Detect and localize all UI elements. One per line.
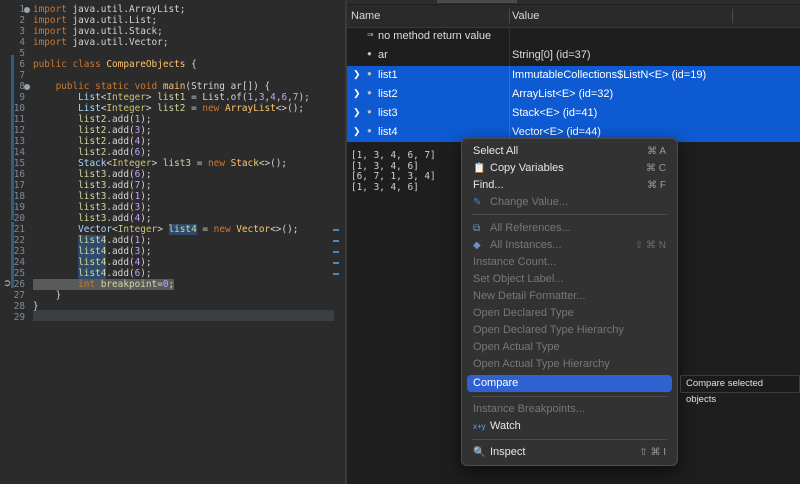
code-line: 18 list3.add(1); [13,191,152,202]
menu-item-open-declared-type: Open Declared Type [473,307,574,319]
code-line: 11 list2.add(1); [13,114,152,125]
menu-item-instance-breakpoints: Instance Breakpoints... [473,403,585,415]
code-line: 25 list4.add(6); [13,268,152,279]
code-line: 10 List<Integer> list2 = new ArrayList<>… [13,103,305,114]
menu-item-watch[interactable]: x+y Watch [467,418,672,435]
menu-item-select-all[interactable]: Select All ⌘ A [467,143,672,160]
instances-icon: ◆ [473,240,481,251]
menu-item-compare[interactable]: Compare [467,375,672,392]
menu-item-new-detail-formatter: New Detail Formatter... [473,290,586,302]
code-line: 7 [19,70,25,81]
field-dot-icon: ● [367,49,372,58]
copy-icon: 📋 [473,163,486,174]
column-header-value[interactable]: Value [512,5,539,27]
menu-item-all-instances: ◆ All Instances... ⇧ ⌘ N [467,237,672,254]
expand-arrow-icon[interactable]: ❯ [353,88,363,99]
code-line: 17 list3.add(7); [13,180,152,191]
variable-row[interactable]: ❯ ● list3 Stack<E> (id=41) [347,104,800,123]
code-line: 5 [19,48,25,59]
detail-pane[interactable]: [1, 3, 4, 6, 7] [1, 3, 4, 6] [6, 7, 1, 3, … [351,150,436,193]
variable-row[interactable]: ❯ ● list1 ImmutableCollections$ListN<E> … [347,66,800,85]
code-line: 2 import java.util.List; [19,15,158,26]
code-editor[interactable]: ➲ 1 import java.util.ArrayList; 2 import j… [0,0,345,484]
menu-item-open-declared-type-hierarchy: Open Declared Type Hierarchy [473,324,624,336]
menu-item-set-object-label: Set Object Label... [473,273,564,285]
context-menu: Select All ⌘ A 📋 Copy Variables ⌘ C Find..… [461,138,678,466]
occurrence-marker[interactable] [333,273,339,275]
code-line: 27 } [13,290,62,301]
field-dot-icon: ● [367,69,372,78]
code-line: 15 Stack<Integer> list3 = new Stack<>(); [13,158,288,169]
menu-item-inspect[interactable]: 🔍 Inspect ⇧ ⌘ I [467,444,672,461]
menu-item-find[interactable]: Find... ⌘ F [467,177,672,194]
code-line: 1 import java.util.ArrayList; [19,4,186,15]
code-line: 8 public static void main(String ar[]) { [19,81,271,92]
compare-tooltip: Compare selected objects [680,375,800,405]
code-line: 22 list4.add(1); [13,235,152,246]
code-line: 12 list2.add(3); [13,125,152,136]
code-line: 20 list3.add(4); [13,213,152,224]
expand-arrow-icon[interactable]: ❯ [353,126,363,137]
expand-arrow-icon[interactable]: ❯ [353,107,363,118]
code-line: 29 [13,312,25,323]
column-header-name[interactable]: Name [351,5,380,27]
code-line: 9 List<Integer> list1 = List.of(1,3,4,6,… [19,92,310,103]
code-line: 4 import java.util.Vector; [19,37,169,48]
code-line: 3 import java.util.Stack; [19,26,163,37]
variable-row[interactable]: ⇒ no method return value [347,27,800,46]
field-dot-icon: ● [367,88,372,97]
code-line: 16 list3.add(6); [13,169,152,180]
menu-item-copy-variables[interactable]: 📋 Copy Variables ⌘ C [467,160,672,177]
field-dot-icon: ● [367,107,372,116]
occurrence-marker[interactable] [333,240,339,242]
expand-arrow-icon[interactable]: ❯ [353,69,363,80]
variable-row[interactable]: ● ar String[0] (id=37) [347,46,800,65]
menu-item-open-actual-type-hierarchy: Open Actual Type Hierarchy [473,358,610,370]
menu-item-open-actual-type: Open Actual Type [473,341,560,353]
return-icon: ⇒ [367,30,374,39]
code-line: 6 public class CompareObjects { [19,59,197,70]
menu-item-all-references: ⧉ All References... [467,220,672,237]
occurrence-marker[interactable] [333,251,339,253]
code-line: 14 list2.add(6); [13,147,152,158]
references-icon: ⧉ [473,223,481,234]
code-line: 24 list4.add(4); [13,257,152,268]
code-line: 28} [13,301,39,312]
watch-icon: x+y [473,422,486,431]
field-dot-icon: ● [367,126,372,135]
code-line: 21 Vector<Integer> list4 = new Vector<>(… [13,224,299,235]
inspect-icon: 🔍 [473,447,486,458]
variables-header: Name Value [347,5,800,28]
view-tab-strip [347,0,800,4]
variable-row[interactable]: ❯ ● list2 ArrayList<E> (id=32) [347,85,800,104]
menu-item-instance-count: Instance Count... [473,256,557,268]
change-value-icon: ✎ [473,197,482,208]
code-line: 13 list2.add(4); [13,136,152,147]
code-line-current: 26 int breakpoint=0; [13,279,175,290]
occurrence-marker[interactable] [333,229,339,231]
menu-item-change-value: ✎ Change Value... [467,194,672,211]
code-line: 19 list3.add(3); [13,202,152,213]
code-line: 23 list4.add(3); [13,246,152,257]
occurrence-marker[interactable] [333,262,339,264]
